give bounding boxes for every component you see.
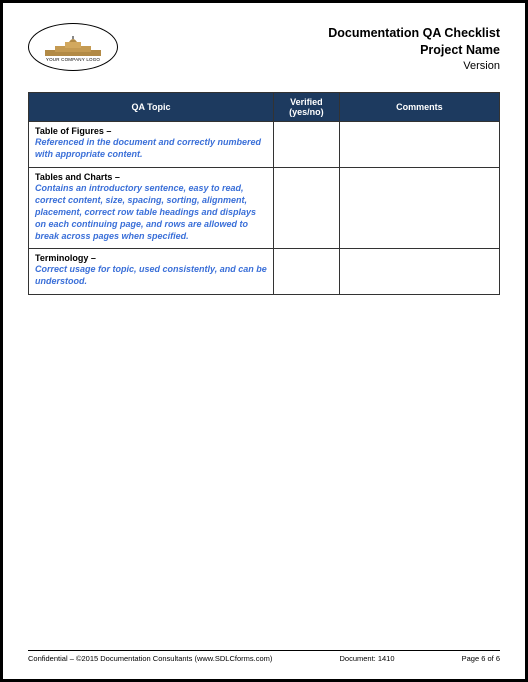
title-block: Documentation QA Checklist Project Name …: [328, 23, 500, 74]
doc-version: Version: [328, 59, 500, 74]
cell-comments: [339, 167, 499, 249]
table-row: Tables and Charts – Contains an introduc…: [29, 167, 500, 249]
footer-divider: [28, 650, 500, 651]
logo-caption: YOUR COMPANY LOGO: [46, 57, 100, 62]
col-header-comments: Comments: [339, 92, 499, 122]
col-header-topic: QA Topic: [29, 92, 274, 122]
page-header: YOUR COMPANY LOGO Documentation QA Check…: [28, 23, 500, 74]
cell-comments: [339, 122, 499, 167]
cell-verified: [273, 249, 339, 294]
company-logo: YOUR COMPANY LOGO: [28, 23, 118, 71]
table-header-row: QA Topic Verified (yes/no) Comments: [29, 92, 500, 122]
footer-text-row: Confidential – ©2015 Documentation Consu…: [28, 654, 500, 663]
qa-checklist-table: QA Topic Verified (yes/no) Comments Tabl…: [28, 92, 500, 295]
topic-title: Tables and Charts –: [35, 172, 267, 182]
footer-mid: Document: 1410: [339, 654, 394, 663]
cell-topic: Table of Figures – Referenced in the doc…: [29, 122, 274, 167]
topic-title: Table of Figures –: [35, 126, 267, 136]
cell-verified: [273, 122, 339, 167]
doc-title-2: Project Name: [328, 42, 500, 59]
cell-comments: [339, 249, 499, 294]
footer-right: Page 6 of 6: [462, 654, 500, 663]
page-footer: Confidential – ©2015 Documentation Consu…: [28, 650, 500, 663]
capitol-icon: [45, 36, 101, 56]
footer-left: Confidential – ©2015 Documentation Consu…: [28, 654, 272, 663]
table-row: Terminology – Correct usage for topic, u…: [29, 249, 500, 294]
cell-verified: [273, 167, 339, 249]
topic-desc: Referenced in the document and correctly…: [35, 136, 267, 160]
cell-topic: Terminology – Correct usage for topic, u…: [29, 249, 274, 294]
topic-title: Terminology –: [35, 253, 267, 263]
doc-title-1: Documentation QA Checklist: [328, 25, 500, 42]
topic-desc: Contains an introductory sentence, easy …: [35, 182, 267, 243]
col-header-verified: Verified (yes/no): [273, 92, 339, 122]
table-row: Table of Figures – Referenced in the doc…: [29, 122, 500, 167]
cell-topic: Tables and Charts – Contains an introduc…: [29, 167, 274, 249]
topic-desc: Correct usage for topic, used consistent…: [35, 263, 267, 287]
document-page: YOUR COMPANY LOGO Documentation QA Check…: [0, 0, 528, 682]
